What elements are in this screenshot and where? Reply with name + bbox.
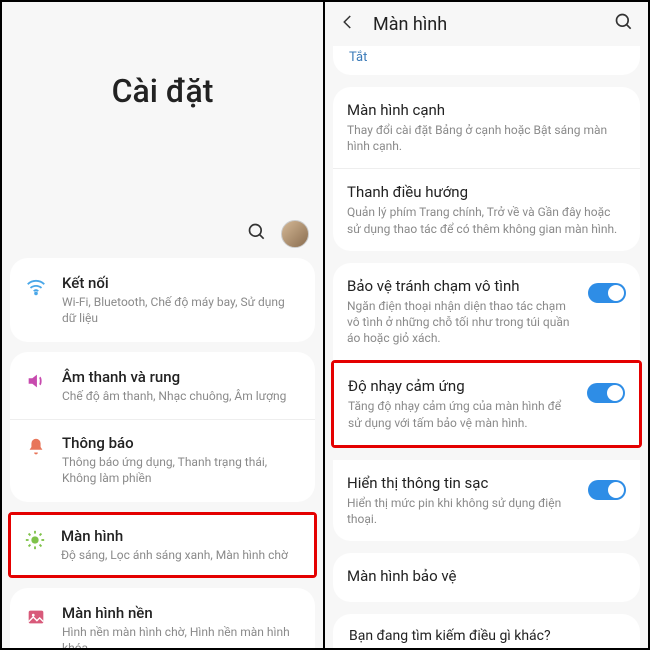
item-sub: Tăng độ nhạy cảm ứng của màn hình để sử … <box>348 398 577 430</box>
settings-item-wallpaper[interactable]: Màn hình nền Hình nền màn hình chờ, Hình… <box>10 590 315 648</box>
item-sub: Thay đổi cài đặt Bảng ở cạnh hoặc Bật sá… <box>347 122 626 154</box>
search-icon[interactable] <box>614 12 634 36</box>
more-links: Bạn đang tìm kiếm điều gì khác? Ngôn ngữ… <box>333 614 640 648</box>
settings-group-1: Kết nối Wi-Fi, Bluetooth, Chế độ máy bay… <box>10 258 315 342</box>
display-group-3: Màn hình bảo vệ <box>333 553 640 602</box>
item-accidental-touch[interactable]: Bảo vệ tránh chạm vô tình Ngăn điện thoạ… <box>333 263 640 361</box>
display-group-2: Bảo vệ tránh chạm vô tình Ngăn điện thoạ… <box>333 263 640 361</box>
wifi-icon <box>24 274 48 298</box>
highlight-display: Màn hình Độ sáng, Lọc ánh sáng xanh, Màn… <box>8 512 317 578</box>
bell-icon <box>24 434 48 458</box>
item-title: Thanh điều hướng <box>347 183 626 201</box>
settings-item-display[interactable]: Màn hình Độ sáng, Lọc ánh sáng xanh, Màn… <box>11 515 314 575</box>
settings-item-sound[interactable]: Âm thanh và rung Chế độ âm thanh, Nhạc c… <box>10 354 315 418</box>
screen-title: Màn hình <box>373 14 598 35</box>
item-title: Màn hình <box>61 527 302 545</box>
item-title: Bảo vệ tránh chạm vô tình <box>347 277 578 295</box>
avatar[interactable] <box>281 220 309 248</box>
item-sub: Hiển thị mức pin khi không sử dụng điện … <box>347 495 578 527</box>
item-sub: Hình nền màn hình chờ, Hình nền màn hình… <box>62 624 301 648</box>
item-edge-screen[interactable]: Màn hình cạnh Thay đổi cài đặt Bảng ở cạ… <box>333 87 640 168</box>
item-sub: Độ sáng, Lọc ánh sáng xanh, Màn hình chờ <box>61 547 302 563</box>
back-icon[interactable] <box>339 13 357 35</box>
item-touch-sensitivity[interactable]: Độ nhạy cảm ứng Tăng độ nhạy cảm ứng của… <box>334 363 639 444</box>
item-title: Độ nhạy cảm ứng <box>348 377 577 395</box>
item-charging-info[interactable]: Hiển thị thông tin sạc Hiển thị mức pin … <box>333 460 640 541</box>
item-title: Màn hình bảo vệ <box>347 567 626 585</box>
toggle-switch[interactable] <box>588 283 626 303</box>
more-heading: Bạn đang tìm kiếm điều gì khác? <box>333 614 640 648</box>
item-sub: Quản lý phím Trang chính, Trở về và Gần … <box>347 204 626 236</box>
item-navbar[interactable]: Thanh điều hướng Quản lý phím Trang chín… <box>333 168 640 250</box>
display-settings-panel: Màn hình Tắt Màn hình cạnh Thay đổi cài … <box>325 2 648 648</box>
item-title: Hiển thị thông tin sạc <box>347 474 578 492</box>
item-title: Màn hình nền <box>62 604 301 622</box>
wallpaper-icon <box>24 604 48 628</box>
item-sub: Thông báo ứng dụng, Thanh trạng thái, Kh… <box>62 454 301 486</box>
brightness-icon <box>23 527 47 551</box>
item-title: Kết nối <box>62 274 301 292</box>
item-screensaver[interactable]: Màn hình bảo vệ <box>333 553 640 602</box>
highlight-touch-sensitivity: Độ nhạy cảm ứng Tăng độ nhạy cảm ứng của… <box>331 360 642 447</box>
status-label[interactable]: Tắt <box>333 46 640 75</box>
display-group-2b: Hiển thị thông tin sạc Hiển thị mức pin … <box>333 460 640 541</box>
toggle-switch[interactable] <box>588 480 626 500</box>
item-title: Màn hình cạnh <box>347 101 626 119</box>
page-title: Cài đặt <box>2 72 323 110</box>
item-title: Âm thanh và rung <box>62 368 301 386</box>
toggle-switch[interactable] <box>587 383 625 403</box>
settings-item-notifications[interactable]: Thông báo Thông báo ứng dụng, Thanh trạn… <box>10 419 315 500</box>
settings-panel: Cài đặt Kết nối Wi-Fi, Bluetooth, Chế độ… <box>2 2 325 648</box>
item-sub: Chế độ âm thanh, Nhạc chuông, Âm lượng <box>62 388 301 404</box>
header-actions <box>2 220 323 258</box>
display-group-1: Màn hình cạnh Thay đổi cài đặt Bảng ở cạ… <box>333 87 640 251</box>
search-icon[interactable] <box>247 222 267 246</box>
item-title: Thông báo <box>62 434 301 452</box>
item-sub: Wi-Fi, Bluetooth, Chế độ máy bay, Sử dụn… <box>62 294 301 326</box>
settings-group-3: Màn hình nền Hình nền màn hình chờ, Hình… <box>10 588 315 648</box>
top-bar: Màn hình <box>325 2 648 46</box>
settings-item-connections[interactable]: Kết nối Wi-Fi, Bluetooth, Chế độ máy bay… <box>10 260 315 340</box>
item-sub: Ngăn điện thoại nhận diện thao tác chạm … <box>347 298 578 347</box>
settings-group-2: Âm thanh và rung Chế độ âm thanh, Nhạc c… <box>10 352 315 502</box>
sound-icon <box>24 368 48 392</box>
